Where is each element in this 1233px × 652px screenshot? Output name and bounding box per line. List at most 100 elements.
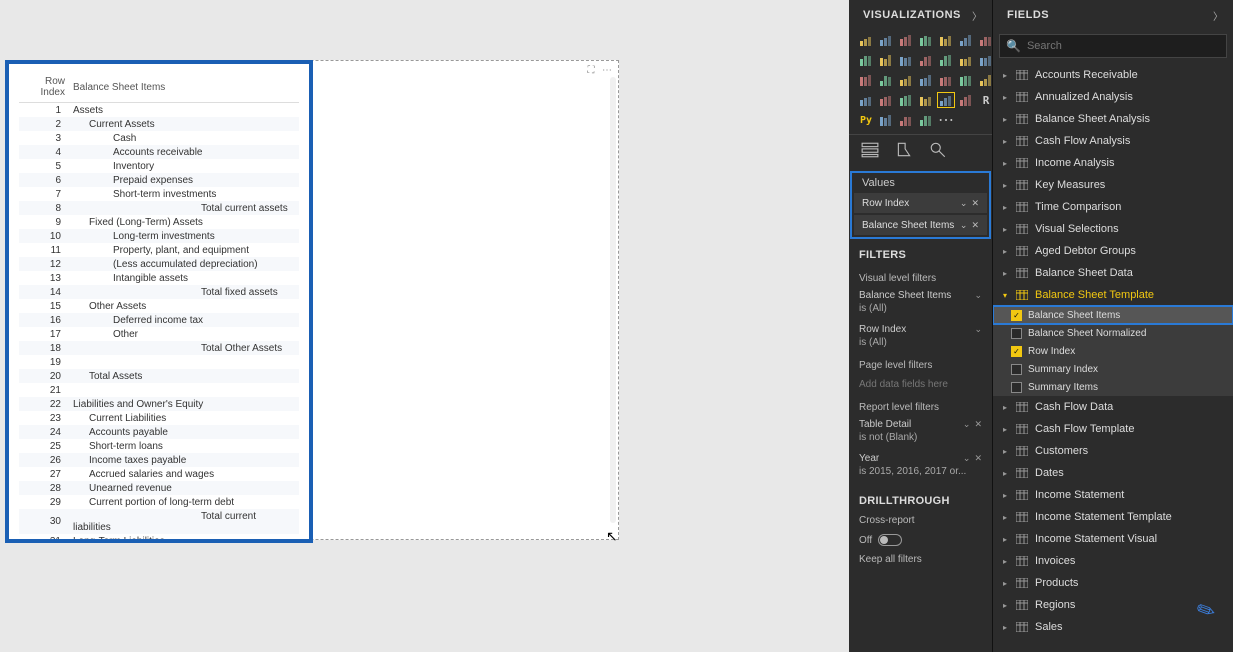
viz-type-stacked-area-icon[interactable] <box>877 52 895 68</box>
viz-type-filled-map-icon[interactable] <box>937 72 955 88</box>
expand-icon[interactable]: ▸ <box>1001 403 1009 412</box>
field-table-accounts-receivable[interactable]: ▸Accounts Receivable <box>993 64 1233 86</box>
chevron-down-icon[interactable]: ⌄ <box>960 220 968 231</box>
more-options-icon[interactable]: ⋯ <box>600 65 614 79</box>
field-table-income-statement-visual[interactable]: ▸Income Statement Visual <box>993 528 1233 550</box>
viz-type-funnel-icon[interactable] <box>957 72 975 88</box>
viz-type-table-icon[interactable] <box>937 92 955 108</box>
format-tab-icon[interactable] <box>895 141 913 159</box>
field-table-annualized-analysis[interactable]: ▸Annualized Analysis <box>993 86 1233 108</box>
table-row[interactable]: 17Other <box>19 327 299 341</box>
remove-filter-icon[interactable]: ✕ <box>974 419 982 430</box>
viz-type-scatter-icon[interactable] <box>977 52 993 68</box>
field-column-balance-sheet-normalized[interactable]: Balance Sheet Normalized <box>993 324 1233 342</box>
field-checkbox[interactable]: ✓ <box>1011 310 1022 321</box>
chevron-down-icon[interactable]: ⌄ <box>963 419 971 430</box>
expand-icon[interactable]: ▸ <box>1001 181 1009 190</box>
table-row[interactable]: 15Other Assets <box>19 299 299 313</box>
table-row[interactable]: 10Long-term investments <box>19 229 299 243</box>
viz-type-line-icon[interactable] <box>977 32 993 48</box>
viz-type-map-icon[interactable] <box>917 72 935 88</box>
field-table-visual-selections[interactable]: ▸Visual Selections <box>993 218 1233 240</box>
table-row[interactable]: 14Total fixed assets <box>19 285 299 299</box>
expand-icon[interactable]: ▸ <box>1001 623 1009 632</box>
field-table-customers[interactable]: ▸Customers <box>993 440 1233 462</box>
expand-icon[interactable]: ▾ <box>1001 291 1009 300</box>
chevron-down-icon[interactable]: ⌄ <box>963 453 971 464</box>
table-row[interactable]: 23Current Liabilities <box>19 411 299 425</box>
viz-type-gauge-icon[interactable] <box>977 72 993 88</box>
filter-balance-sheet-items[interactable]: Balance Sheet Items ⌄ <box>849 286 992 303</box>
table-visual[interactable]: Row Index Balance Sheet Items 1Assets2Cu… <box>5 60 313 543</box>
table-row[interactable]: 27Accrued salaries and wages <box>19 467 299 481</box>
viz-type-treemap-icon[interactable] <box>897 72 915 88</box>
table-row[interactable]: 26Income taxes payable <box>19 453 299 467</box>
remove-field-icon[interactable]: ✕ <box>971 198 979 209</box>
field-table-dates[interactable]: ▸Dates <box>993 462 1233 484</box>
field-table-sales[interactable]: ▸Sales <box>993 616 1233 638</box>
table-row[interactable]: 7Short-term investments <box>19 187 299 201</box>
table-row[interactable]: 11Property, plant, and equipment <box>19 243 299 257</box>
expand-icon[interactable]: ▸ <box>1001 269 1009 278</box>
field-table-balance-sheet-template[interactable]: ▾Balance Sheet Template <box>993 284 1233 306</box>
field-table-cash-flow-template[interactable]: ▸Cash Flow Template <box>993 418 1233 440</box>
viz-type-py-icon[interactable]: Py <box>857 112 875 128</box>
field-checkbox[interactable] <box>1011 364 1022 375</box>
expand-icon[interactable]: ▸ <box>1001 491 1009 500</box>
chevron-down-icon[interactable]: ⌄ <box>974 324 982 335</box>
viz-type-multi-card-icon[interactable] <box>877 92 895 108</box>
report-canvas[interactable]: ⛶ ⋯ Row Index Balance Sheet Items 1Asset… <box>0 0 849 652</box>
expand-icon[interactable]: ▸ <box>1001 225 1009 234</box>
table-row[interactable]: 4Accounts receivable <box>19 145 299 159</box>
table-row[interactable]: 31Long-Term Liabilities <box>19 534 299 539</box>
expand-icon[interactable]: ▸ <box>1001 535 1009 544</box>
column-header-row-index[interactable]: Row Index <box>19 72 69 103</box>
viz-type-clustered-column-icon[interactable] <box>917 32 935 48</box>
table-row[interactable]: 12(Less accumulated depreciation) <box>19 257 299 271</box>
filter-row-index[interactable]: Row Index ⌄ <box>849 320 992 337</box>
viz-type-qa-icon[interactable] <box>917 112 935 128</box>
remove-filter-icon[interactable]: ✕ <box>974 453 982 464</box>
viz-type-card-icon[interactable] <box>857 92 875 108</box>
viz-type-clustered-bar-icon[interactable] <box>877 32 895 48</box>
table-row[interactable]: 16Deferred income tax <box>19 313 299 327</box>
table-row[interactable]: 1Assets <box>19 103 299 118</box>
field-table-key-measures[interactable]: ▸Key Measures <box>993 174 1233 196</box>
column-header-items[interactable]: Balance Sheet Items <box>69 72 299 103</box>
expand-icon[interactable]: ▸ <box>1001 469 1009 478</box>
viz-type-stacked-column-100-icon[interactable] <box>957 32 975 48</box>
viz-type-area-icon[interactable] <box>857 52 875 68</box>
field-checkbox[interactable]: ✓ <box>1011 346 1022 357</box>
viz-type-slicer-icon[interactable] <box>917 92 935 108</box>
field-column-row-index[interactable]: ✓Row Index <box>993 342 1233 360</box>
fields-tab-icon[interactable] <box>861 141 879 159</box>
filter-year[interactable]: Year ⌄✕ <box>849 449 992 466</box>
expand-icon[interactable]: ▸ <box>1001 115 1009 124</box>
field-column-summary-index[interactable]: Summary Index <box>993 360 1233 378</box>
viz-type-stacked-bar-icon[interactable] <box>857 32 875 48</box>
chevron-down-icon[interactable]: ⌄ <box>960 198 968 209</box>
viz-type-ribbon-icon[interactable] <box>937 52 955 68</box>
table-row[interactable]: 13Intangible assets <box>19 271 299 285</box>
expand-icon[interactable]: ▸ <box>1001 579 1009 588</box>
expand-icon[interactable]: ▸ <box>1001 203 1009 212</box>
viz-type-pie-icon[interactable] <box>857 72 875 88</box>
viz-type-matrix-icon[interactable] <box>957 92 975 108</box>
field-checkbox[interactable] <box>1011 382 1022 393</box>
collapse-viz-icon[interactable]: 〉 <box>972 8 982 23</box>
add-page-filter-placeholder[interactable]: Add data fields here <box>849 373 992 396</box>
focus-mode-icon[interactable]: ⛶ <box>584 65 598 79</box>
chevron-down-icon[interactable]: ⌄ <box>974 290 982 301</box>
expand-icon[interactable]: ▸ <box>1001 601 1009 610</box>
field-table-balance-sheet-analysis[interactable]: ▸Balance Sheet Analysis <box>993 108 1233 130</box>
expand-icon[interactable]: ▸ <box>1001 247 1009 256</box>
viz-type-key-influencers-icon[interactable] <box>877 112 895 128</box>
analytics-tab-icon[interactable] <box>929 141 947 159</box>
expand-icon[interactable]: ▸ <box>1001 159 1009 168</box>
table-row[interactable]: 9Fixed (Long-Term) Assets <box>19 215 299 229</box>
well-item-row-index[interactable]: Row Index ⌄✕ <box>854 193 987 213</box>
table-row[interactable]: 3Cash <box>19 131 299 145</box>
expand-icon[interactable]: ▸ <box>1001 447 1009 456</box>
viz-type-stacked-column-icon[interactable] <box>937 32 955 48</box>
field-table-cash-flow-analysis[interactable]: ▸Cash Flow Analysis <box>993 130 1233 152</box>
